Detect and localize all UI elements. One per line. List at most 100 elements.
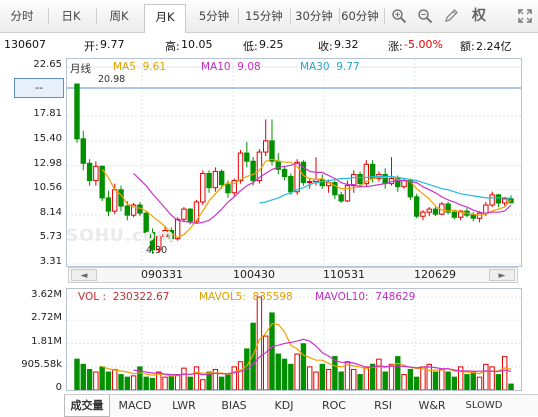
ma10-label: MA10 [201,61,231,73]
x-tick-label: 090331 [141,268,183,281]
candle-body [495,194,502,204]
tab-volume[interactable]: 成交量 [64,395,110,417]
volume-bar [112,368,118,390]
tab-fenshi[interactable]: 分时 [2,4,42,28]
volume-bar [445,371,451,390]
volume-bar [407,368,414,390]
volume-bar [344,361,351,390]
tab-rsi[interactable]: RSI [364,395,402,417]
tab-divider [384,8,385,24]
pencil-icon[interactable] [440,5,462,27]
high-price-marker: 20.98 [98,74,126,85]
expand-icon[interactable] [514,5,536,27]
volume-bar [237,361,244,390]
candle-body [212,170,219,189]
tab-label: 5分钟 [198,9,230,23]
volume-bar [149,377,156,390]
volume-bar [130,375,137,390]
scroll-right-button[interactable]: ► [489,269,515,281]
x-tick-label: 100430 [233,268,275,281]
tab-weekly-k[interactable]: 周K [100,4,138,28]
tab-15min[interactable]: 15分钟 [240,4,288,28]
mavol5-value: 835598 [252,291,293,303]
volume-bar [502,356,508,390]
crosshair-price-box: -- [14,78,64,98]
candle-body [281,168,288,178]
tab-label: 周K [109,9,129,23]
mavol5-label: MAVOL5: [199,291,246,303]
tab-monthly-k[interactable]: 月K [144,4,186,33]
candle-body [351,173,357,187]
volume-bar [413,376,420,390]
tab-divider [48,8,49,24]
tab-60min[interactable]: 60分钟 [338,4,382,28]
volume-bar [93,371,99,390]
close-value: 9.32 [334,38,359,51]
vol-label: VOL : [78,291,106,303]
volume-bar [275,353,281,390]
high-value: 10.05 [181,38,213,51]
candle-body [338,194,344,202]
volume-panel[interactable] [66,288,522,391]
zoom-in-icon[interactable] [388,5,410,27]
tab-lwr[interactable]: LWR [164,395,204,417]
candle-body [319,179,326,187]
volume-bar [231,366,237,390]
candle-body [105,197,112,212]
candle-body [244,152,250,162]
volume-y-tick-label: 2.72M [31,312,62,324]
candle-body [237,152,244,182]
period-toolbar: 分时 日K 周K 月K 5分钟 15分钟 30分钟 60分钟 权 [0,0,538,33]
candle-body [413,196,420,217]
volume-bar [325,368,332,390]
candle-body [307,181,313,184]
candle-body [420,211,426,217]
ma10-legend: MA10 9.08 [201,61,261,73]
volume-bar [470,371,476,390]
volume-bar [319,363,326,390]
volume-bar [288,363,294,390]
tab-30min[interactable]: 30分钟 [290,4,338,28]
tab-5min[interactable]: 5分钟 [192,4,236,28]
candle-body [112,189,118,212]
tab-kdj[interactable]: KDJ [264,395,304,417]
candle-body [74,83,80,140]
volume-bar [174,374,181,390]
quan-button[interactable]: 权 [468,5,490,27]
price-y-tick-label: 5.73 [39,231,62,243]
tab-daily-k[interactable]: 日K [52,4,90,28]
price-y-tick-label: 10.56 [33,182,62,194]
volume-y-tick-label: 3.62M [31,289,62,300]
volume-bar [483,363,489,390]
volume-bar [439,368,445,390]
tab-macd[interactable]: MACD [114,395,156,417]
stock-code: 130607 [4,38,46,51]
volume-chart [67,289,521,390]
candle-body [288,176,294,193]
candle-body [401,180,407,188]
volume-bar [489,366,495,390]
period-label: 月线 [70,63,91,75]
volume-bar [86,368,93,390]
tab-roc[interactable]: ROC [312,395,356,417]
scroll-left-button[interactable]: ◄ [71,269,97,281]
volume-bar [99,366,105,390]
tab-slowd[interactable]: SLOWD [458,395,510,417]
volume-y-tick-label: 1.81M [31,335,62,347]
candle-body [174,218,181,240]
volume-bar [420,366,426,390]
volume-bar [495,374,502,390]
ma30-label: MA30 [300,61,330,73]
price-y-tick-label: 8.14 [39,206,62,218]
tab-bias[interactable]: BIAS [212,395,256,417]
candle-body [426,208,432,213]
candle-body [451,211,458,218]
tab-label: 15分钟 [245,9,283,23]
zoom-out-icon[interactable] [414,5,436,27]
candle-body [218,170,225,186]
candle-body [269,140,275,162]
tab-wr[interactable]: W&R [410,395,454,417]
tab-divider [238,8,239,24]
tab-label: 30分钟 [295,9,333,23]
volume-bar [162,376,168,390]
